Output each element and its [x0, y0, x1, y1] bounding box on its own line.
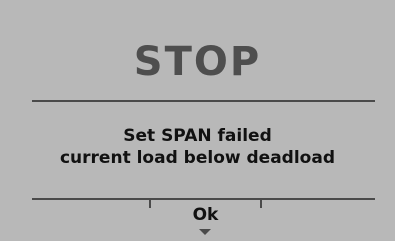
- message-line-2: current load below deadload: [59, 148, 335, 168]
- ok-button-label: Ok: [192, 205, 219, 225]
- title-divider: [32, 100, 375, 102]
- dialog-title: STOP: [133, 39, 262, 85]
- dialog-message: Set SPAN failed current load below deadl…: [0, 125, 395, 169]
- softkey-separator-right: [260, 198, 262, 208]
- message-line-1: Set SPAN failed: [123, 126, 272, 146]
- arrow-down-icon: [199, 229, 211, 235]
- dialog-screen: STOP Set SPAN failed current load below …: [0, 0, 395, 241]
- ok-button[interactable]: Ok: [151, 200, 260, 241]
